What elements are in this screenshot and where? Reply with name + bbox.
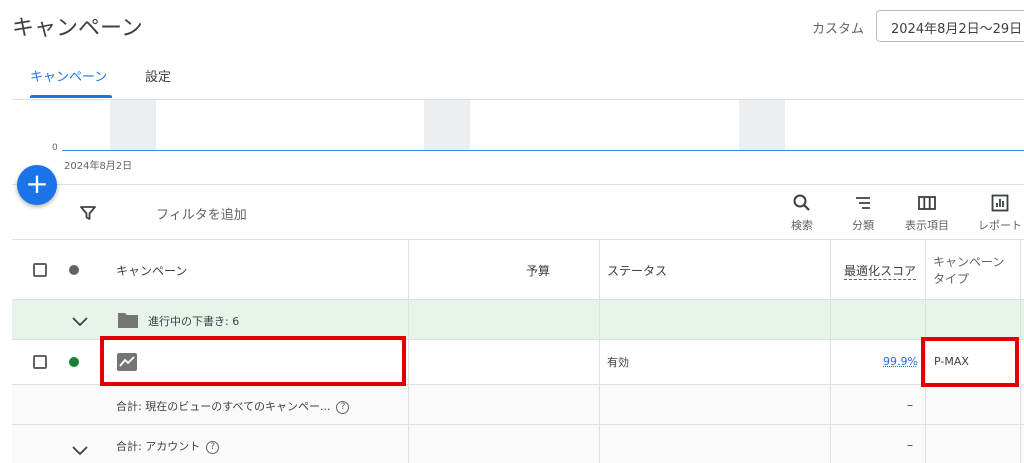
highlight-campaign-name [100,336,406,386]
total-view-label: 合計: 現在のビューのすべてのキャンペー...? [116,398,350,414]
add-filter-input[interactable]: フィルタを追加 [156,204,247,223]
column-header-campaign[interactable]: キャンペーン [116,262,187,279]
segment-icon [856,197,870,209]
column-divider [408,240,409,463]
add-campaign-button[interactable]: + [17,165,57,205]
total-account-label: 合計: アカウント? [116,438,220,454]
filter-icon[interactable] [80,205,96,225]
search-button[interactable]: 検索 [772,193,832,233]
column-header-budget[interactable]: 予算 [526,262,550,279]
total-account-label-text: 合計: アカウント [116,440,201,453]
chevron-down-icon[interactable] [72,441,88,460]
reports-button-label: レポート [978,219,1022,232]
chart-x-start-label: 2024年8月2日 [64,161,133,172]
column-header-campaign-type[interactable]: キャンペーン [933,253,1004,270]
columns-button-label: 表示項目 [905,219,949,232]
date-range-label: カスタム [812,22,865,37]
tab-settings[interactable]: 設定 [145,66,171,85]
column-header-campaign-type-line2: タイプ [933,272,970,286]
chart-y-zero-label: 0 [52,143,58,153]
chart-weekend-band [424,100,470,150]
chart-series-line [62,150,1024,151]
column-divider [599,240,600,463]
select-all-checkbox[interactable] [33,263,47,277]
segment-button[interactable]: 分類 [833,193,893,233]
chevron-down-icon[interactable] [72,312,88,331]
date-range-picker[interactable]: 2024年8月2日〜29日 [876,10,1024,42]
columns-button[interactable]: 表示項目 [897,193,957,233]
tab-campaigns[interactable]: キャンペーン [30,66,107,85]
reports-icon [991,194,1009,212]
campaign-status[interactable]: 有効 [607,354,629,370]
status-filter-dot[interactable] [69,265,79,275]
active-tab-indicator [30,95,112,98]
campaign-optimization-score[interactable]: 99.9% [883,355,918,368]
columns-icon [918,196,936,210]
column-divider [1020,240,1021,463]
column-divider [830,240,831,463]
page-title: キャンペーン [12,16,143,41]
column-header-optimization-score[interactable]: 最適化スコア [844,262,917,280]
segment-button-label: 分類 [852,219,874,232]
column-header-status[interactable]: ステータス [607,262,667,279]
help-icon[interactable]: ? [206,440,220,454]
search-button-label: 検索 [791,219,813,232]
chart-weekend-band [739,100,785,150]
total-view-label-text: 合計: 現在のビューのすべてのキャンペー... [116,400,331,413]
table-toolbar: フィルタを追加 検索 分類 表示項目 レポート [12,184,1024,240]
chart-weekend-band [110,100,156,150]
status-enabled-dot[interactable] [69,357,79,367]
total-account-optimization-score: – [907,438,913,452]
total-view-optimization-score: – [907,398,913,412]
folder-icon [117,311,139,333]
help-icon[interactable]: ? [336,400,350,414]
performance-chart: 0 2024年8月2日 [12,99,1024,183]
search-icon [793,194,810,211]
drafts-group-label[interactable]: 進行中の下書き: 6 [148,313,239,329]
reports-button[interactable]: レポート [970,193,1024,233]
row-checkbox[interactable] [33,355,47,369]
highlight-campaign-type [921,337,1019,387]
